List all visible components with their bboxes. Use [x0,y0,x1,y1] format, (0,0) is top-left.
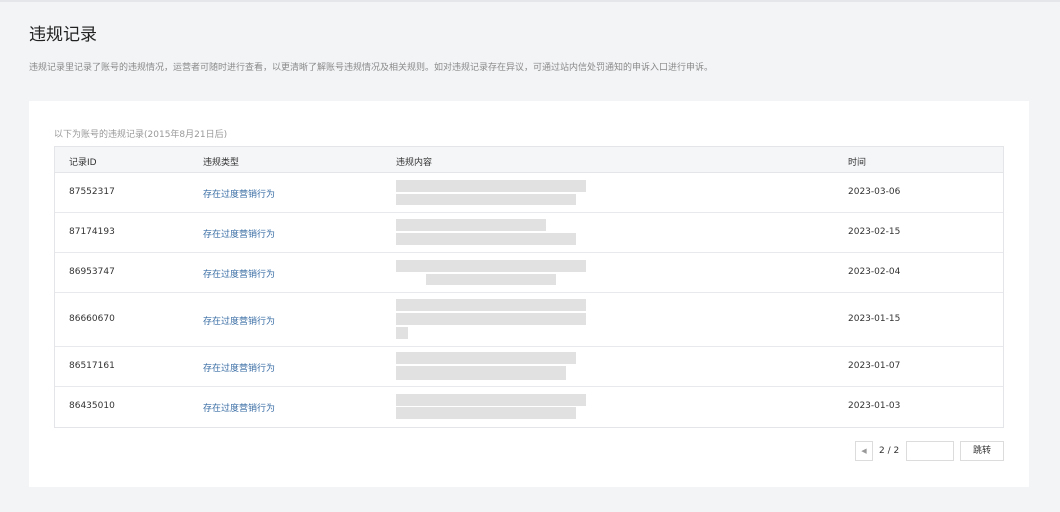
blurred-content [396,253,596,293]
blurred-content [396,347,596,387]
table-header: 记录ID 违规类型 违规内容 时间 [55,147,1003,173]
violation-type: 存在过度营销行为 [203,404,276,414]
record-id: 86435010 [69,401,115,411]
record-id: 86517161 [69,361,115,371]
table-row: 86435010 存在过度营销行为 2023-01-03 [55,387,1003,427]
record-time: 2023-03-06 [848,187,901,197]
table-caption: 以下为账号的违规记录(2015年8月21日后) [54,130,228,140]
violation-type: 存在过度营销行为 [203,364,276,374]
blurred-content [396,213,596,253]
violation-type: 存在过度营销行为 [203,190,276,200]
record-id: 87552317 [69,187,115,197]
violation-type: 存在过度营销行为 [203,270,276,280]
header-type: 违规类型 [203,158,240,168]
record-time: 2023-01-07 [848,361,901,371]
header-content: 违规内容 [396,158,433,168]
blurred-content [396,173,596,213]
table-row: 87552317 存在过度营销行为 2023-03-06 [55,173,1003,213]
record-time: 2023-01-15 [848,314,901,324]
header-id: 记录ID [69,158,97,168]
caret-left-icon: ◀ [861,447,867,455]
jump-button[interactable]: 跳转 [960,441,1004,461]
record-id: 87174193 [69,227,115,237]
page-description: 违规记录里记录了账号的违规情况，运营者可随时进行查看，以更清晰了解账号违规情况及… [29,63,714,73]
record-time: 2023-02-04 [848,267,901,277]
header-time: 时间 [848,158,867,168]
record-time: 2023-01-03 [848,401,901,411]
blurred-content [396,387,596,427]
record-time: 2023-02-15 [848,227,901,237]
page-number-input[interactable] [906,441,954,461]
table-row: 86517161 存在过度营销行为 2023-01-07 [55,347,1003,387]
records-table: 记录ID 违规类型 违规内容 时间 87552317 存在过度营销行为 2023… [54,146,1004,428]
top-border [0,0,1060,2]
page-title: 违规记录 [29,25,97,45]
violation-type: 存在过度营销行为 [203,317,276,327]
table-row: 86953747 存在过度营销行为 2023-02-04 [55,253,1003,293]
blurred-content [396,293,596,347]
records-card: 以下为账号的违规记录(2015年8月21日后) 记录ID 违规类型 违规内容 时… [29,101,1029,487]
page-info: 2 / 2 [879,446,900,456]
record-id: 86953747 [69,267,115,277]
violation-type: 存在过度营销行为 [203,230,276,240]
prev-page-button[interactable]: ◀ [855,441,873,461]
record-id: 86660670 [69,314,115,324]
table-row: 86660670 存在过度营销行为 2023-01-15 [55,293,1003,347]
table-row: 87174193 存在过度营销行为 2023-02-15 [55,213,1003,253]
